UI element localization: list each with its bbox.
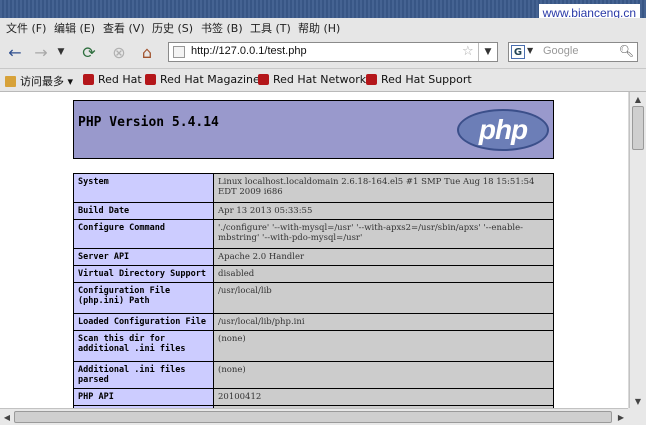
google-engine-icon[interactable]: G	[511, 45, 525, 59]
php-version-header: PHP Version 5.4.14 php	[73, 100, 554, 159]
table-row: Loaded Configuration File /usr/local/lib…	[73, 313, 554, 331]
menu-bookmarks[interactable]: 书签 (B)	[201, 20, 243, 36]
row-value: (none)	[213, 330, 554, 362]
chevron-down-icon[interactable]: ▼	[527, 46, 533, 55]
url-text[interactable]: http://127.0.0.1/test.php	[191, 45, 307, 57]
home-button[interactable]: ⌂	[136, 41, 158, 63]
menu-tools[interactable]: 工具 (T)	[250, 20, 291, 36]
search-bar[interactable]: G ▼ Google 🔍︎	[508, 42, 638, 62]
scroll-up-arrow-icon[interactable]: ▲	[632, 93, 644, 105]
row-value: disabled	[213, 265, 554, 283]
php-version-title: PHP Version 5.4.14	[78, 115, 219, 130]
chevron-down-icon: ▼	[484, 47, 492, 57]
url-dropdown-button[interactable]: ▼	[478, 43, 497, 61]
php-info-table: System Linux localhost.localdomain 2.6.1…	[73, 173, 554, 408]
reload-button[interactable]: ⟳	[78, 41, 100, 63]
address-bar[interactable]: http://127.0.0.1/test.php ▼	[168, 42, 498, 62]
back-button[interactable]: ←	[4, 41, 26, 63]
row-key: Server API	[73, 248, 214, 266]
scroll-left-arrow-icon[interactable]: ◀	[1, 411, 13, 423]
bookmarks-toolbar: 访问最多 ▾ Red Hat Red Hat Magazine Red Hat …	[0, 69, 646, 92]
row-key: Scan this dir for additional .ini files	[73, 330, 214, 362]
reload-icon: ⟳	[82, 42, 96, 62]
table-row: Virtual Directory Support disabled	[73, 265, 554, 283]
row-value: Linux localhost.localdomain 2.6.18-164.e…	[213, 173, 554, 203]
bookmark-label: 访问最多 ▾	[20, 75, 74, 88]
bookmark-red-hat-magazine[interactable]: Red Hat Magazine	[145, 73, 260, 86]
table-row: Scan this dir for additional .ini files …	[73, 330, 554, 362]
home-icon: ⌂	[141, 42, 153, 62]
row-value: /usr/local/lib	[213, 282, 554, 314]
bookmark-label: Red Hat Network	[273, 73, 367, 86]
row-value: /usr/local/lib/php.ini	[213, 313, 554, 331]
row-key: System	[73, 173, 214, 203]
menu-edit[interactable]: 编辑 (E)	[54, 20, 95, 36]
stop-button[interactable]: ⊗	[108, 41, 130, 63]
row-key: Configure Command	[73, 219, 214, 249]
history-dropdown-button[interactable]: ▼	[54, 41, 68, 63]
table-row: Build Date Apr 13 2013 05:33:55	[73, 202, 554, 220]
forward-button[interactable]: →	[30, 41, 52, 63]
row-key: Loaded Configuration File	[73, 313, 214, 331]
php-logo-text: php	[478, 114, 528, 145]
bookmark-red-hat[interactable]: Red Hat	[83, 73, 142, 86]
red-hat-icon	[366, 74, 377, 85]
horizontal-scrollbar[interactable]: ◀ ▶	[0, 408, 628, 425]
table-row: Configuration File (php.ini) Path /usr/l…	[73, 282, 554, 314]
table-row: Server API Apache 2.0 Handler	[73, 248, 554, 266]
row-key: PHP API	[73, 388, 214, 406]
bookmark-most-visited[interactable]: 访问最多 ▾	[5, 73, 73, 89]
row-value: './configure' '--with-mysql=/usr' '--wit…	[213, 219, 554, 249]
stop-icon: ⊗	[112, 42, 126, 62]
table-row: Configure Command './configure' '--with-…	[73, 219, 554, 249]
bookmark-label: Red Hat	[98, 73, 142, 86]
navigation-toolbar: ← → ▼ ⟳ ⊗ ⌂ http://127.0.0.1/test.php ▼ …	[0, 36, 646, 69]
search-icon[interactable]: 🔍︎	[619, 44, 634, 58]
row-value: Apr 13 2013 05:33:55	[213, 202, 554, 220]
table-row: System Linux localhost.localdomain 2.6.1…	[73, 173, 554, 203]
page-content: PHP Version 5.4.14 php System Linux loca…	[0, 92, 628, 408]
bookmark-red-hat-support[interactable]: Red Hat Support	[366, 73, 472, 86]
bookmark-star-icon[interactable]: ☆	[462, 44, 474, 59]
chevron-down-icon: ▼	[57, 47, 65, 57]
menu-file[interactable]: 文件 (F)	[6, 20, 46, 36]
scroll-down-arrow-icon[interactable]: ▼	[632, 395, 644, 407]
search-placeholder[interactable]: Google	[543, 45, 578, 57]
back-arrow-icon: ←	[8, 42, 22, 62]
red-hat-icon	[145, 74, 156, 85]
row-value: (none)	[213, 361, 554, 389]
table-row: PHP API 20100412	[73, 388, 554, 406]
row-value: Apache 2.0 Handler	[213, 248, 554, 266]
scroll-right-arrow-icon[interactable]: ▶	[615, 411, 627, 423]
row-key: Virtual Directory Support	[73, 265, 214, 283]
red-hat-icon	[258, 74, 269, 85]
vertical-scroll-thumb[interactable]	[632, 106, 644, 150]
php-logo[interactable]: php	[457, 109, 549, 151]
horizontal-scroll-thumb[interactable]	[14, 411, 612, 423]
menu-bar: 文件 (F) 编辑 (E) 查看 (V) 历史 (S) 书签 (B) 工具 (T…	[0, 18, 646, 36]
menu-history[interactable]: 历史 (S)	[152, 20, 193, 36]
vertical-scrollbar[interactable]: ▲ ▼	[629, 92, 646, 408]
menu-help[interactable]: 帮助 (H)	[298, 20, 340, 36]
page-favicon-icon	[173, 46, 185, 58]
folder-icon	[5, 75, 16, 87]
red-hat-icon	[83, 74, 94, 85]
row-key: Configuration File (php.ini) Path	[73, 282, 214, 314]
table-row: Additional .ini files parsed (none)	[73, 361, 554, 389]
bookmark-red-hat-network[interactable]: Red Hat Network	[258, 73, 366, 86]
menu-view[interactable]: 查看 (V)	[103, 20, 145, 36]
row-key: Build Date	[73, 202, 214, 220]
forward-arrow-icon: →	[34, 42, 48, 62]
row-key: Additional .ini files parsed	[73, 361, 214, 389]
scrollbar-corner	[628, 408, 646, 425]
bookmark-label: Red Hat Support	[381, 73, 472, 86]
row-value: 20100412	[213, 388, 554, 406]
bookmark-label: Red Hat Magazine	[160, 73, 260, 86]
